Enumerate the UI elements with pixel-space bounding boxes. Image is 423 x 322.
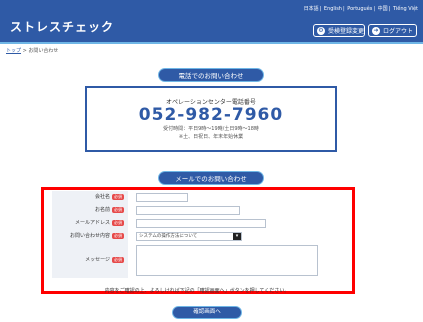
register-change-button[interactable]: ⚙ 受検登録変更 bbox=[313, 24, 365, 37]
phone-number[interactable]: 052-982-7960 bbox=[87, 106, 335, 125]
confirm-screen-button[interactable]: 確認画面へ bbox=[172, 306, 242, 319]
app-header: ストレスチェック 日本語| English| Português| 中国| Ti… bbox=[0, 0, 423, 44]
gear-icon: ⚙ bbox=[317, 27, 325, 35]
lang-english[interactable]: English bbox=[324, 6, 342, 12]
closed-days: ※土、日祝日、年末年始休業 bbox=[178, 134, 244, 140]
breadcrumb: トップ > お問い合わせ bbox=[6, 47, 58, 54]
phone-section-heading: 電話でのお問い合わせ bbox=[158, 68, 264, 82]
phone-info-box: オペレーションセンター電話番号 052-982-7960 受付時間：平日9時〜1… bbox=[85, 86, 337, 152]
language-switcher: 日本語| English| Português| 中国| Tiếng Việt bbox=[303, 6, 418, 12]
lang-japanese[interactable]: 日本語 bbox=[304, 6, 319, 12]
lang-vietnamese[interactable]: Tiếng Việt bbox=[393, 6, 418, 12]
logout-icon: ➜ bbox=[372, 27, 380, 35]
mail-section-heading: メールでのお問い合わせ bbox=[158, 171, 264, 185]
logout-label: ログアウト bbox=[383, 28, 414, 35]
confirm-instruction: 内容をご確認の上、よろしければ下記の「確認画面へ」ボタンを押してください。 bbox=[104, 288, 290, 294]
business-hours: 受付時間：平日9時〜19時/土日9時〜18時 bbox=[163, 126, 259, 132]
app-title: ストレスチェック bbox=[10, 20, 115, 34]
register-change-label: 受検登録変更 bbox=[328, 28, 365, 35]
breadcrumb-current: お問い合わせ bbox=[28, 48, 59, 54]
breadcrumb-home-link[interactable]: トップ bbox=[6, 48, 21, 54]
lang-portuguese[interactable]: Português bbox=[347, 6, 372, 12]
lang-chinese[interactable]: 中国 bbox=[378, 6, 388, 12]
logout-button[interactable]: ➜ ログアウト bbox=[368, 24, 417, 37]
breadcrumb-separator: > bbox=[22, 48, 27, 54]
highlight-frame bbox=[41, 187, 355, 294]
